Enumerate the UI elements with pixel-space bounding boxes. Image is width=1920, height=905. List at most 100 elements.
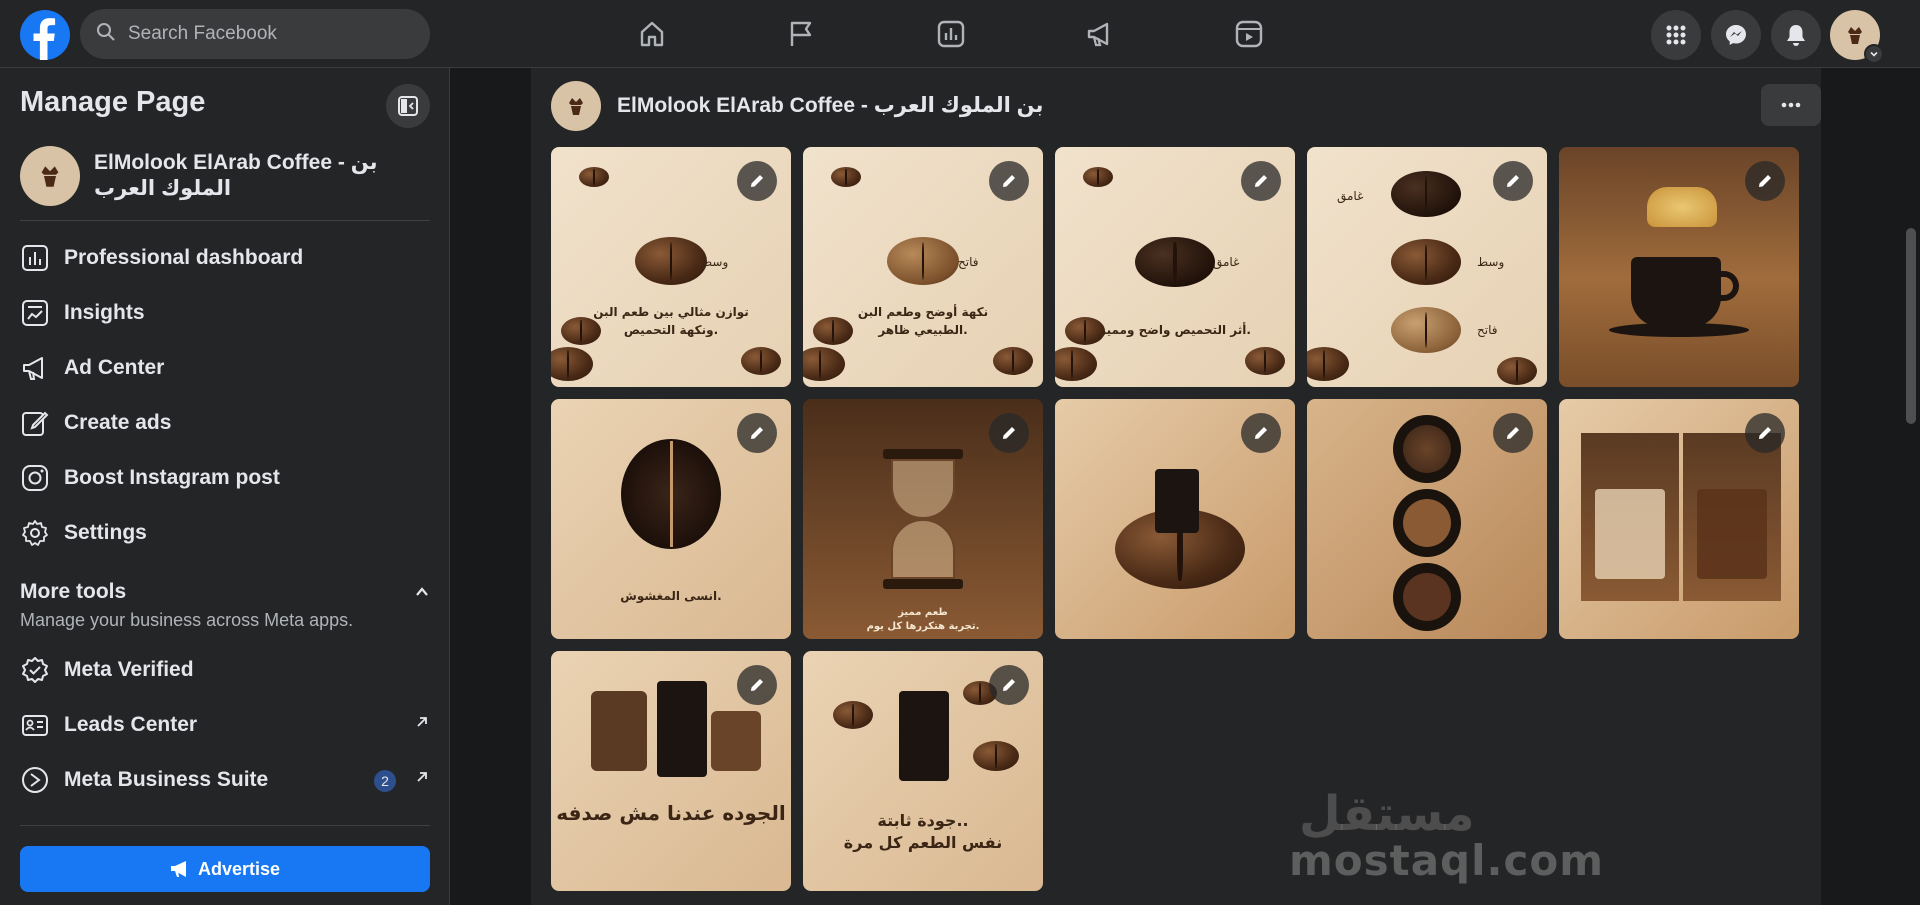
tile-label: غامق [1337,189,1364,203]
dashboard-icon [20,243,50,273]
dashboard-icon[interactable] [929,12,973,56]
account-avatar[interactable] [1830,10,1884,64]
photo-tile[interactable]: وسط توازن مثالي بين طعم البن ونكهة التحم… [551,147,791,387]
messenger-button[interactable] [1711,10,1761,60]
edit-photo-button[interactable] [1493,413,1533,453]
manage-page-sidebar: Manage Page ElMolook ElArab Coffee - بن … [0,68,450,905]
sidebar-item-meta-verified[interactable]: Meta Verified [20,647,430,693]
leads-icon [20,710,50,740]
edit-photo-button[interactable] [737,665,777,705]
sidebar-item-leads-center[interactable]: Leads Center [20,702,430,748]
external-link-icon [414,769,430,790]
photo-tile[interactable] [1559,399,1799,639]
edit-photo-button[interactable] [1493,161,1533,201]
tile-label: وسط [701,255,729,269]
insights-icon [20,298,50,328]
sidebar-item-insights[interactable]: Insights [20,290,430,336]
page-name: ElMolook ElArab Coffee - بن الملوك العرب [94,151,378,200]
photo-tile[interactable] [1055,399,1295,639]
page-avatar[interactable] [551,81,601,131]
more-tools-section[interactable]: More tools Manage your business across M… [20,580,430,631]
edit-photo-button[interactable] [1745,413,1785,453]
collapse-sidebar-button[interactable] [386,84,430,128]
sidebar-item-label: Meta Verified [64,658,194,681]
edit-icon [20,408,50,438]
menu-grid-button[interactable] [1651,10,1701,60]
pencil-icon [1759,427,1771,439]
notification-count-badge: 2 [374,770,396,792]
pencil-icon [1507,175,1519,187]
tile-caption: نكهة أوضح وطعم البن [857,305,989,319]
sidebar-item-professional-dashboard[interactable]: Professional dashboard [20,235,430,281]
sidebar-item-boost-instagram-post[interactable]: Boost Instagram post [20,455,430,501]
sidebar-item-label: Boost Instagram post [64,466,280,489]
tile-label: غامق [1213,255,1240,269]
pencil-icon [1255,175,1267,187]
page-switcher[interactable]: ElMolook ElArab Coffee - بن الملوك العرب [20,146,394,206]
pencil-icon [751,427,763,439]
edit-photo-button[interactable] [1241,161,1281,201]
photo-tile[interactable]: غامق أثر التحميص واضح ومميز. [1055,147,1295,387]
edit-photo-button[interactable] [1241,413,1281,453]
tile-caption: الطبيعي ظاهر. [878,323,968,337]
edit-photo-button[interactable] [989,665,1029,705]
tile-label: فاتح [958,255,979,269]
megaphone-icon[interactable] [1078,12,1122,56]
sidebar-item-meta-business-suite[interactable]: Meta Business Suite 2 [20,757,430,803]
sidebar-item-ad-center[interactable]: Ad Center [20,345,430,391]
sidebar-item-label: Insights [64,301,145,324]
scrollbar-track[interactable] [1904,68,1920,905]
search-box[interactable] [80,9,430,59]
photo-tile[interactable] [1307,399,1547,639]
edit-photo-button[interactable] [1745,161,1785,201]
flag-icon[interactable] [779,12,823,56]
notifications-button[interactable] [1771,10,1821,60]
more-tools-subtitle: Manage your business across Meta apps. [20,610,354,630]
scrollbar-thumb[interactable] [1906,228,1916,424]
facebook-logo-icon[interactable] [20,10,70,60]
photo-tile[interactable]: طعم مميز تجربة هتكررها كل يوم. [803,399,1043,639]
divider [20,220,430,221]
tile-label: فاتح [1477,323,1498,337]
edit-photo-button[interactable] [989,161,1029,201]
sidebar-item-label: Meta Business Suite [64,768,269,791]
watermark-arabic: مستقل [1299,786,1475,842]
photo-tile[interactable]: غامق وسط فاتح [1307,147,1547,387]
top-navigation-bar [0,0,1920,68]
megaphone-icon [20,353,50,383]
sidebar-item-label: Ad Center [64,356,165,379]
search-icon [96,22,116,47]
photo-tile[interactable]: الجوده عندنا مش صدفه [551,651,791,891]
divider [20,825,430,826]
edit-photo-button[interactable] [989,413,1029,453]
more-options-button[interactable] [1761,84,1821,126]
photo-tile[interactable]: جودة ثابتة.. نفس الطعم كل مرة [803,651,1043,891]
pencil-icon [1003,175,1015,187]
messenger-icon [1726,25,1746,45]
pencil-icon [1255,427,1267,439]
edit-photo-button[interactable] [737,161,777,201]
photo-tile[interactable]: انسى المغشوش. [551,399,791,639]
page-header-name[interactable]: ElMolook ElArab Coffee - بن الملوك العرب [617,93,1043,118]
tile-caption: جودة ثابتة.. [877,811,969,830]
verified-icon [20,655,50,685]
grid-icon [1666,25,1686,45]
search-input[interactable] [128,23,408,45]
edit-photo-button[interactable] [737,413,777,453]
tile-caption: ونكهة التحميص. [623,323,719,337]
tile-caption: الجوده عندنا مش صدفه [556,801,786,825]
megaphone-icon [170,861,186,877]
sidebar-item-settings[interactable]: Settings [20,510,430,556]
advertise-button[interactable]: Advertise [20,846,430,892]
sidebar-item-label: Settings [64,521,147,544]
photo-tile[interactable]: فاتح نكهة أوضح وطعم البن الطبيعي ظاهر. [803,147,1043,387]
photo-tile[interactable] [1559,147,1799,387]
chevron-down-icon[interactable] [1864,44,1884,64]
reels-icon[interactable] [1227,12,1271,56]
chevron-up-icon[interactable] [414,584,430,605]
sidebar-item-create-ads[interactable]: Create ads [20,400,430,446]
home-icon[interactable] [630,12,674,56]
main-content: ElMolook ElArab Coffee - بن الملوك العرب… [451,68,1900,905]
sidebar-item-label: Professional dashboard [64,246,304,269]
sidebar-item-label: Create ads [64,411,172,434]
